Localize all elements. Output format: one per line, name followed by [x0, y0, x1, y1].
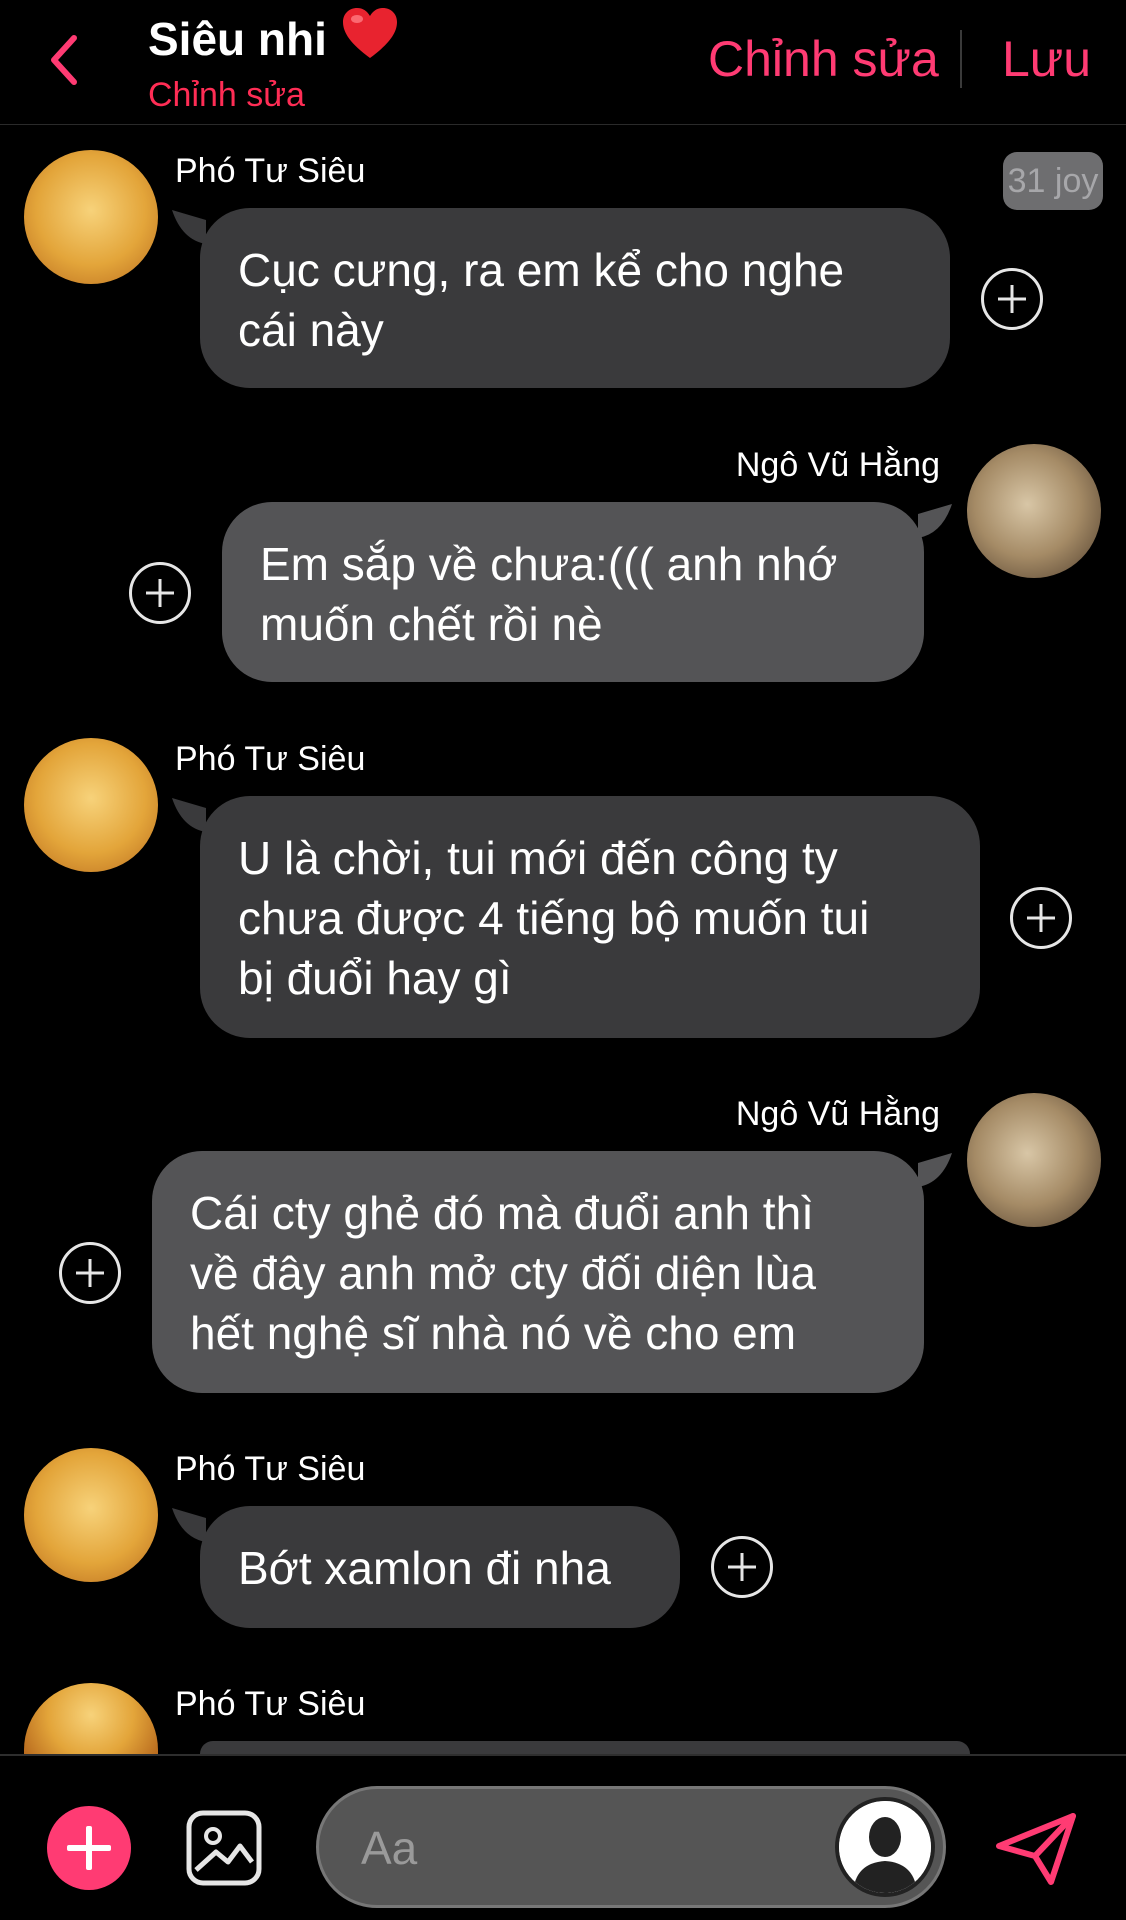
message-bubble[interactable]: Em sắp về chưa:((( anh nhớ muốn chết rồi…: [222, 502, 924, 682]
chat-subtitle[interactable]: Chỉnh sửa: [148, 76, 305, 115]
message-line: Cục cưng, ra em kể cho nghe: [238, 244, 845, 296]
message-line: Cái cty ghẻ đó mà đuổi anh thì: [190, 1187, 814, 1239]
message-line: muốn chết rồi nè: [260, 598, 603, 650]
sender-name: Phó Tư Siêu: [175, 1450, 366, 1488]
message-bubble[interactable]: Bớt xamlon đi nha: [200, 1506, 680, 1628]
composer-bar: [0, 1754, 1126, 1920]
message-input[interactable]: [359, 1811, 833, 1885]
add-reaction-icon[interactable]: [59, 1242, 121, 1304]
avatar-pho-tu-sieu[interactable]: [24, 1448, 158, 1582]
bubble-tail: [172, 798, 206, 832]
send-icon[interactable]: [995, 1812, 1077, 1886]
message-line: hết nghệ sĩ nhà nó về cho em: [190, 1307, 797, 1359]
back-chevron-icon[interactable]: [44, 30, 84, 90]
save-button[interactable]: Lưu: [1002, 30, 1091, 88]
message-line: Em sắp về chưa:((( anh nhớ: [260, 538, 838, 590]
sender-name: Ngô Vũ Hằng: [735, 446, 940, 484]
chat-header: Siêu nhi Chỉnh sửa Chỉnh sửa Lưu: [0, 0, 1126, 125]
header-divider: [960, 30, 962, 88]
avatar-ngo-vu-hang[interactable]: [967, 444, 1101, 578]
avatar-pho-tu-sieu[interactable]: [24, 150, 158, 284]
profile-avatar-icon[interactable]: [835, 1797, 935, 1897]
message-bubble[interactable]: [200, 1741, 970, 1754]
message-bubble[interactable]: U là chời, tui mới đến công ty chưa được…: [200, 796, 980, 1038]
edit-button[interactable]: Chỉnh sửa: [708, 30, 939, 88]
message-input-wrapper: [316, 1786, 946, 1908]
message-line: U là chời, tui mới đến công ty: [238, 832, 838, 884]
message-line: chưa được 4 tiếng bộ muốn tui: [238, 892, 870, 944]
message-line: về đây anh mở cty đối diện lùa: [190, 1247, 816, 1299]
avatar-ngo-vu-hang[interactable]: [967, 1093, 1101, 1227]
chat-title-text: Siêu nhi: [148, 12, 327, 65]
message-bubble[interactable]: Cái cty ghẻ đó mà đuổi anh thì về đây an…: [152, 1151, 924, 1393]
chat-title: Siêu nhi: [148, 6, 399, 71]
message-line: cái này: [238, 304, 384, 356]
add-reaction-icon[interactable]: [711, 1536, 773, 1598]
sender-name: Phó Tư Siêu: [175, 152, 366, 190]
message-bubble[interactable]: Cục cưng, ra em kể cho nghe cái này: [200, 208, 950, 388]
avatar-pho-tu-sieu[interactable]: [24, 738, 158, 872]
bubble-tail: [918, 1153, 952, 1187]
add-reaction-icon[interactable]: [1010, 887, 1072, 949]
heart-icon: [341, 6, 399, 71]
sender-name: Phó Tư Siêu: [175, 740, 366, 778]
bubble-tail: [172, 210, 206, 244]
sender-name: Phó Tư Siêu: [175, 1685, 366, 1723]
add-plus-button[interactable]: [47, 1806, 131, 1890]
bubble-tail: [918, 504, 952, 538]
avatar-pho-tu-sieu[interactable]: [24, 1683, 158, 1754]
sender-name: Ngô Vũ Hằng: [735, 1095, 940, 1133]
add-reaction-icon[interactable]: [981, 268, 1043, 330]
message-line: Bớt xamlon đi nha: [238, 1542, 611, 1594]
message-line: bị đuổi hay gì: [238, 952, 512, 1004]
joy-badge: 31 joy: [1003, 152, 1103, 210]
bubble-tail: [172, 1508, 206, 1542]
add-reaction-icon[interactable]: [129, 562, 191, 624]
image-gallery-icon[interactable]: [186, 1810, 262, 1886]
